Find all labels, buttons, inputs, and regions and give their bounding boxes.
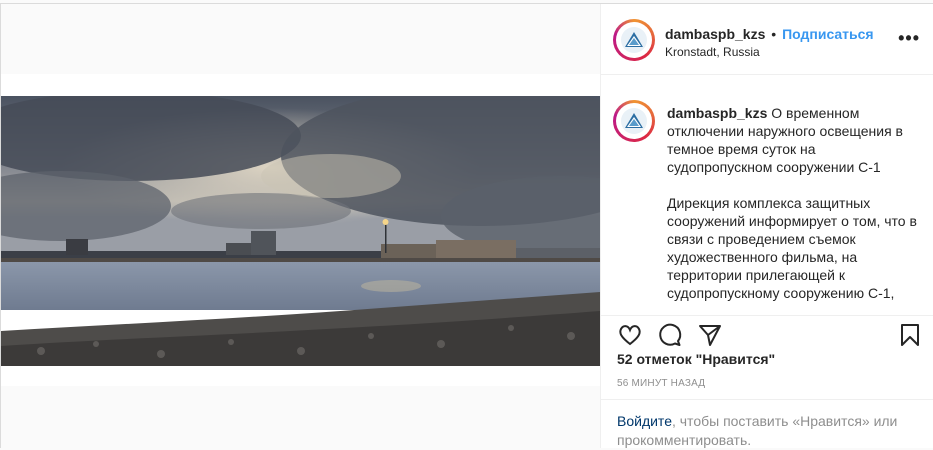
dam-logo-icon <box>621 108 647 134</box>
share-icon[interactable] <box>697 322 723 348</box>
caption-avatar[interactable] <box>613 100 655 142</box>
caption-paragraph: Дирекция комплекса защитных сооружений и… <box>667 195 917 301</box>
more-options-icon[interactable]: ••• <box>898 29 920 47</box>
follow-button[interactable]: Подписаться <box>782 26 874 42</box>
avatar[interactable] <box>613 19 655 61</box>
comment-icon[interactable] <box>657 322 683 348</box>
separator-dot: • <box>771 26 777 42</box>
post-photo[interactable] <box>1 96 600 366</box>
username-link[interactable]: dambaspb_kzs <box>665 26 765 42</box>
post-media <box>1 4 600 449</box>
location-link[interactable]: Kronstadt, Russia <box>665 45 760 59</box>
login-prompt: Войдите, чтобы поставить «Нравится» или … <box>601 399 933 449</box>
login-link[interactable]: Войдите <box>617 413 672 429</box>
instagram-post: dambaspb_kzs • Подписаться Kronstadt, Ru… <box>0 3 933 449</box>
likes-count[interactable]: 52 отметок "Нравится" <box>617 351 775 367</box>
comments-area: dambaspb_kzs О временном отключении нару… <box>601 75 933 315</box>
caption-username[interactable]: dambaspb_kzs <box>667 105 767 121</box>
bookmark-icon[interactable] <box>897 322 923 348</box>
dam-logo-icon <box>621 27 647 53</box>
heart-icon[interactable] <box>617 322 643 348</box>
post-timestamp[interactable]: 56 МИНУТ НАЗАД <box>617 378 705 389</box>
post-sidebar: dambaspb_kzs • Подписаться Kronstadt, Ru… <box>600 4 933 448</box>
action-bar <box>601 315 933 356</box>
post-header: dambaspb_kzs • Подписаться Kronstadt, Ru… <box>601 4 933 75</box>
post-caption: dambaspb_kzs О временном отключении нару… <box>667 104 917 315</box>
